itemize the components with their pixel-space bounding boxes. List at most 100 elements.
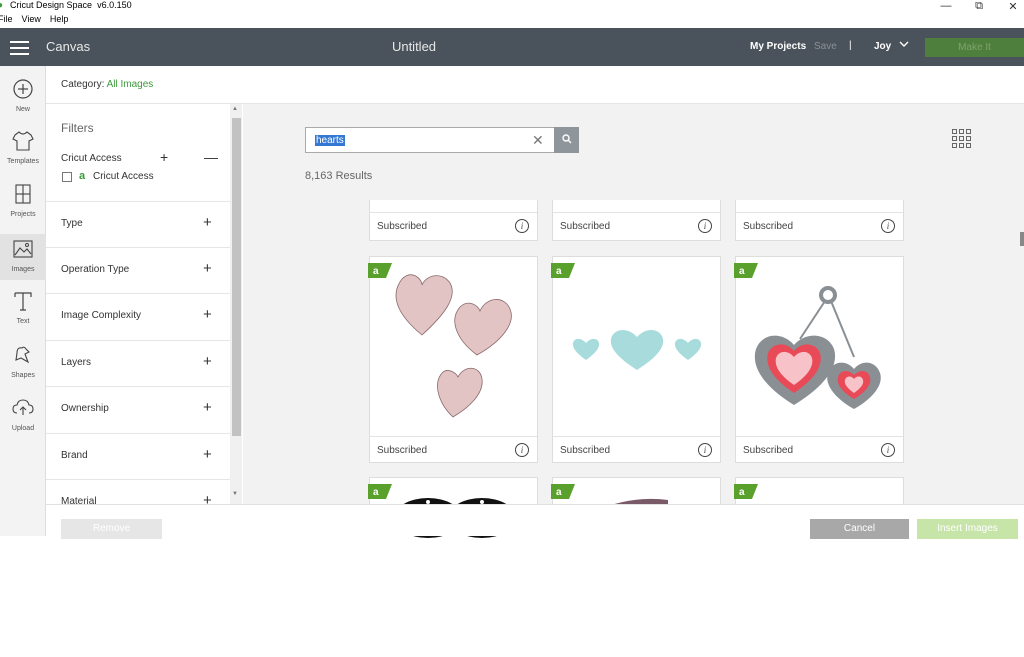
search-input[interactable]: hearts ✕ (305, 127, 554, 153)
info-icon[interactable]: i (881, 443, 895, 457)
filter-image-complexity[interactable]: Image Complexity + (46, 293, 230, 339)
window-title: Cricut Design Space v6.0.150 (10, 0, 132, 10)
cricut-access-badge-icon: a (79, 170, 86, 182)
rail-label: Shapes (11, 372, 35, 379)
svg-text:a: a (373, 487, 379, 498)
svg-text:a: a (556, 266, 562, 277)
title-bar: ● Cricut Design Space v6.0.150 File View H… (0, 0, 1024, 28)
restore-button[interactable]: ⧉ (960, 0, 998, 12)
image-card[interactable]: a Subscribed i (368, 256, 538, 463)
filters-title: Filters (61, 121, 94, 135)
shirt-icon (12, 131, 34, 151)
image-card[interactable]: Subscribed i (735, 200, 904, 241)
menu-file[interactable]: File (0, 14, 13, 24)
menu-help[interactable]: Help (50, 14, 69, 24)
image-card[interactable]: Subscribed i (369, 200, 538, 241)
plus-icon[interactable]: + (203, 306, 212, 323)
info-icon[interactable]: i (881, 219, 895, 233)
upload-cloud-icon (12, 399, 34, 415)
hanging-hearts-image (754, 286, 881, 409)
info-icon[interactable]: i (698, 219, 712, 233)
plus-icon[interactable]: + (203, 492, 212, 504)
top-header: Canvas Untitled My Projects Save | Joy M… (0, 28, 1024, 66)
rail-label: Images (11, 266, 35, 273)
cancel-button[interactable]: Cancel (810, 519, 909, 539)
filter-material[interactable]: Material + (46, 479, 230, 504)
cricut-access-badge-icon: a (368, 263, 392, 278)
rail-projects[interactable]: Projects (0, 183, 46, 218)
category-breadcrumb: Category: All Images (61, 79, 154, 90)
rail-templates[interactable]: Templates (0, 130, 46, 165)
expand-all-icon[interactable]: + (160, 149, 168, 165)
plus-icon[interactable]: + (203, 353, 212, 370)
left-toolbar: New Templates Projects Images Text Shape… (0, 66, 46, 536)
search-button[interactable] (554, 127, 579, 153)
card-footer: Subscribed i (736, 436, 903, 463)
image-card[interactable]: Subscribed i (552, 200, 721, 241)
subscribed-label: Subscribed (377, 221, 428, 232)
filters-scroll-thumb[interactable] (232, 118, 241, 436)
scroll-down-icon[interactable]: ▼ (232, 491, 238, 497)
rail-label: New (15, 106, 30, 113)
image-card[interactable]: a Subscribed i (734, 256, 904, 463)
remove-button[interactable]: Remove (61, 519, 162, 539)
filter-label: Material (61, 496, 97, 504)
rail-upload[interactable]: Upload (0, 397, 46, 432)
subscribed-label: Subscribed (560, 221, 611, 232)
make-it-button[interactable]: Make It (925, 38, 1024, 57)
clear-search-icon[interactable]: ✕ (532, 132, 544, 149)
cricut-access-checkbox-label: Cricut Access (93, 171, 154, 182)
filter-brand[interactable]: Brand + (46, 433, 230, 479)
close-window-button[interactable]: ✕ (994, 0, 1024, 13)
card-footer: Subscribed i (370, 436, 537, 463)
filter-operation-type[interactable]: Operation Type + (46, 247, 230, 293)
svg-text:a: a (739, 487, 745, 498)
rail-shapes[interactable]: Shapes (0, 344, 46, 379)
card-footer: Subscribed i (736, 212, 903, 239)
chevron-down-icon[interactable] (898, 38, 910, 53)
results-scroll-thumb[interactable] (1020, 232, 1024, 246)
filter-layers[interactable]: Layers + (46, 340, 230, 386)
subscribed-label: Subscribed (743, 445, 794, 456)
user-name[interactable]: Joy (874, 41, 891, 52)
svg-text:a: a (739, 266, 745, 277)
collapse-icon[interactable]: — (204, 149, 218, 165)
menu-view[interactable]: View (22, 14, 41, 24)
projects-icon (15, 184, 31, 204)
rail-label: Text (16, 318, 30, 325)
document-title: Untitled (391, 39, 437, 54)
plus-icon[interactable]: + (203, 214, 212, 231)
rail-images[interactable]: Images (0, 234, 46, 280)
subscribed-label: Subscribed (560, 445, 611, 456)
cricut-access-badge-icon: a (551, 263, 575, 278)
info-icon[interactable]: i (515, 443, 529, 457)
filters-panel: Filters Cricut Access + — a Cricut Acces… (46, 104, 233, 504)
rail-new[interactable]: New (0, 78, 46, 113)
plus-icon[interactable]: + (203, 399, 212, 416)
cricut-access-badge-icon: a (368, 484, 392, 499)
filter-label: Operation Type (61, 264, 130, 275)
info-icon[interactable]: i (515, 219, 529, 233)
info-icon[interactable]: i (698, 443, 712, 457)
save-link[interactable]: Save (814, 41, 837, 52)
insert-images-button[interactable]: Insert Images (917, 519, 1018, 539)
scroll-up-icon[interactable]: ▲ (232, 106, 238, 112)
search-query: hearts (315, 135, 345, 146)
image-card[interactable]: a Subscribed i (551, 256, 721, 463)
teal-hearts-image (572, 330, 702, 370)
my-projects-link[interactable]: My Projects (750, 41, 806, 52)
menu-bar: File View Help (0, 14, 77, 24)
filter-label: Type (61, 218, 83, 229)
cricut-access-checkbox[interactable] (62, 172, 72, 182)
category-value[interactable]: All Images (107, 79, 154, 90)
rail-text[interactable]: Text (0, 290, 46, 325)
grid-view-icon[interactable] (952, 129, 972, 149)
plus-icon[interactable]: + (203, 260, 212, 277)
bottom-action-bar: Remove Cancel Insert Images (46, 504, 1024, 539)
rail-label: Projects (10, 211, 36, 218)
cricut-access-badge-icon: a (551, 484, 575, 499)
filter-type[interactable]: Type + (46, 201, 230, 247)
plus-icon[interactable]: + (203, 446, 212, 463)
filter-ownership[interactable]: Ownership + (46, 386, 230, 432)
subscribed-label: Subscribed (743, 221, 794, 232)
